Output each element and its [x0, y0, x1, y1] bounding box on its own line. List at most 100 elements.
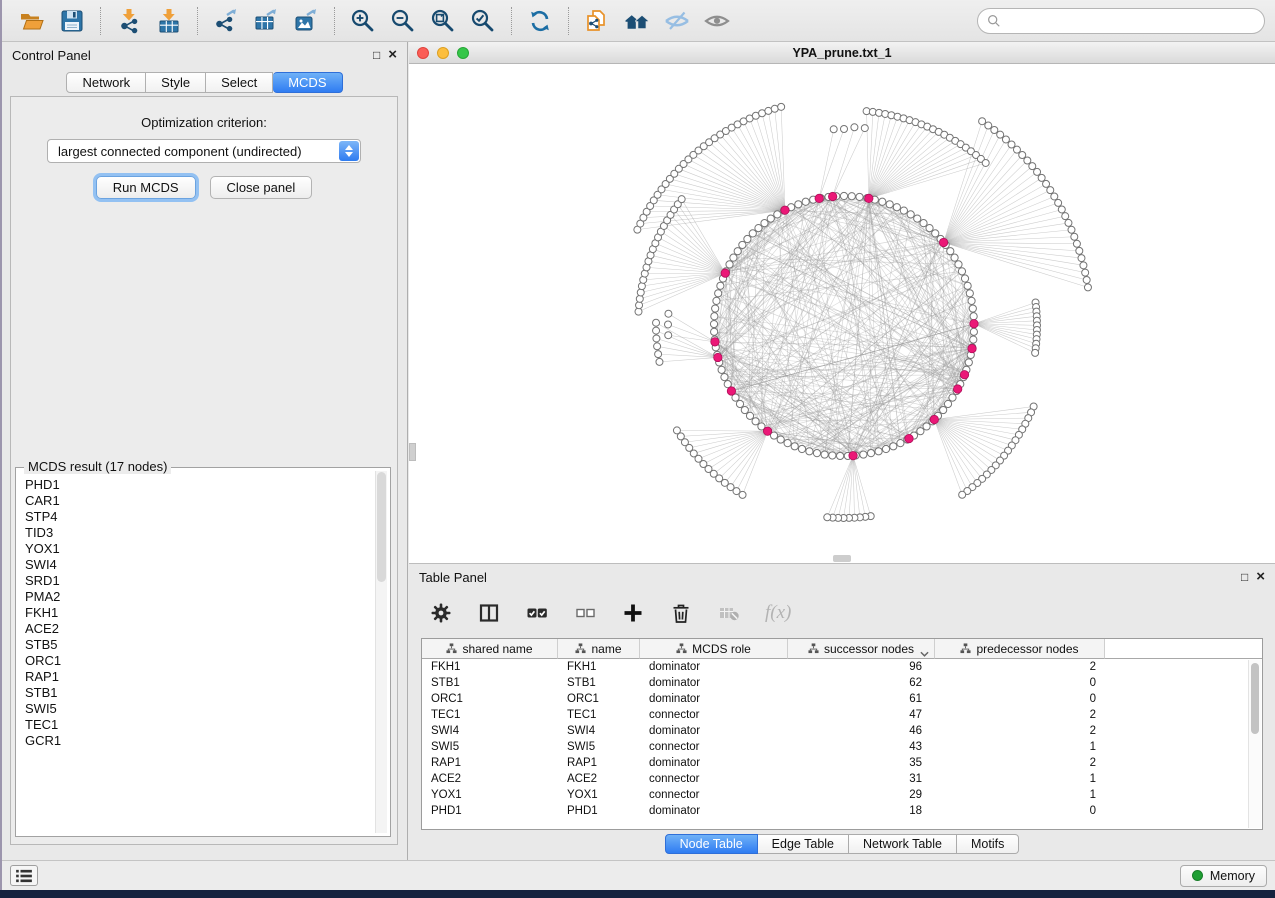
- mcds-result-item[interactable]: PMA2: [25, 589, 368, 605]
- task-history-button[interactable]: [10, 865, 38, 886]
- network-hscroll-handle[interactable]: [833, 555, 851, 562]
- table-row[interactable]: ACE2ACE2connector311: [422, 771, 1248, 787]
- run-mcds-button[interactable]: Run MCDS: [96, 176, 196, 199]
- hide-selected-icon[interactable]: [662, 6, 692, 36]
- search-input[interactable]: [1006, 13, 1255, 28]
- cell-mcds-role: dominator: [640, 691, 788, 707]
- cell-name: SWI5: [558, 739, 640, 755]
- column-header-name[interactable]: name: [558, 639, 640, 659]
- table-row[interactable]: RAP1RAP1dominator352: [422, 755, 1248, 771]
- network-graph[interactable]: [409, 64, 1275, 563]
- close-table-panel-icon[interactable]: ×: [1256, 572, 1265, 582]
- table-row[interactable]: ORC1ORC1dominator610: [422, 691, 1248, 707]
- cell-filler: [1105, 803, 1248, 819]
- toolbar-separator: [100, 7, 101, 35]
- close-panel-button[interactable]: Close panel: [210, 176, 313, 199]
- tab-motifs[interactable]: Motifs: [957, 834, 1019, 854]
- mcds-list-scrollbar[interactable]: [375, 471, 387, 833]
- cell-successor-nodes: 35: [788, 755, 935, 771]
- tab-mcds[interactable]: MCDS: [273, 72, 342, 93]
- mcds-result-item[interactable]: FKH1: [25, 605, 368, 621]
- show-columns-icon[interactable]: [477, 601, 501, 625]
- table-row[interactable]: SWI5SWI5connector431: [422, 739, 1248, 755]
- first-neighbors-icon[interactable]: [622, 6, 652, 36]
- table-row[interactable]: SWI4SWI4dominator462: [422, 723, 1248, 739]
- tab-node-table[interactable]: Node Table: [665, 834, 758, 854]
- mcds-result-item[interactable]: TEC1: [25, 717, 368, 733]
- panel-split-handle[interactable]: [409, 443, 416, 461]
- toolbar-separator: [334, 7, 335, 35]
- control-panel-title: Control Panel: [12, 48, 91, 63]
- mcds-result-item[interactable]: STP4: [25, 509, 368, 525]
- table-scrollbar[interactable]: [1248, 660, 1261, 828]
- tab-edge-table[interactable]: Edge Table: [758, 834, 849, 854]
- cell-predecessor-nodes: 0: [935, 803, 1105, 819]
- cell-shared-name: ORC1: [422, 691, 558, 707]
- table-row[interactable]: YOX1YOX1connector291: [422, 787, 1248, 803]
- mcds-result-item[interactable]: ACE2: [25, 621, 368, 637]
- float-table-panel-icon[interactable]: □: [1241, 570, 1248, 584]
- search-box[interactable]: [977, 8, 1265, 34]
- mcds-result-item[interactable]: YOX1: [25, 541, 368, 557]
- import-network-icon[interactable]: [114, 6, 144, 36]
- mcds-result-item[interactable]: GCR1: [25, 733, 368, 749]
- duplicate-network-icon[interactable]: [582, 6, 612, 36]
- save-session-icon[interactable]: [57, 6, 87, 36]
- cell-filler: [1105, 787, 1248, 803]
- table-row[interactable]: FKH1FKH1dominator962: [422, 659, 1248, 675]
- mcds-result-item[interactable]: PHD1: [25, 477, 368, 493]
- zoom-in-icon[interactable]: [348, 6, 378, 36]
- delete-column-icon[interactable]: [669, 601, 693, 625]
- mcds-result-item[interactable]: RAP1: [25, 669, 368, 685]
- network-canvas[interactable]: [409, 64, 1275, 563]
- column-header-shared-name[interactable]: shared name: [422, 639, 558, 659]
- cell-name: PHD1: [558, 803, 640, 819]
- tab-network[interactable]: Network: [66, 72, 146, 93]
- cell-name: ACE2: [558, 771, 640, 787]
- import-table-icon[interactable]: [154, 6, 184, 36]
- column-header-successor-nodes[interactable]: successor nodes: [788, 639, 935, 659]
- export-network-icon[interactable]: [211, 6, 241, 36]
- optimization-criterion-label: Optimization criterion:: [11, 115, 397, 130]
- tab-network-table[interactable]: Network Table: [849, 834, 957, 854]
- mcds-result-item[interactable]: TID3: [25, 525, 368, 541]
- unselect-all-columns-icon[interactable]: [573, 601, 597, 625]
- float-panel-icon[interactable]: □: [373, 48, 380, 62]
- attributes-gear-icon[interactable]: [429, 601, 453, 625]
- show-all-icon[interactable]: [702, 6, 732, 36]
- select-all-columns-icon[interactable]: [525, 601, 549, 625]
- export-table-icon[interactable]: [251, 6, 281, 36]
- tab-style[interactable]: Style: [146, 72, 206, 93]
- cell-mcds-role: dominator: [640, 803, 788, 819]
- table-row[interactable]: TEC1TEC1connector472: [422, 707, 1248, 723]
- optimization-criterion-select[interactable]: largest connected component (undirected): [47, 139, 361, 163]
- mcds-result-item[interactable]: SWI4: [25, 557, 368, 573]
- mcds-result-item[interactable]: ORC1: [25, 653, 368, 669]
- tab-select[interactable]: Select: [206, 72, 273, 93]
- cell-name: RAP1: [558, 755, 640, 771]
- refresh-icon[interactable]: [525, 6, 555, 36]
- table-row[interactable]: STB1STB1dominator620: [422, 675, 1248, 691]
- cell-shared-name: SWI5: [422, 739, 558, 755]
- memory-button[interactable]: Memory: [1180, 865, 1267, 887]
- mcds-result-list[interactable]: PHD1CAR1STP4TID3YOX1SWI4SRD1PMA2FKH1ACE2…: [19, 471, 374, 833]
- mcds-result-item[interactable]: CAR1: [25, 493, 368, 509]
- export-image-icon[interactable]: [291, 6, 321, 36]
- table-row[interactable]: PHD1PHD1dominator180: [422, 803, 1248, 819]
- zoom-selected-icon[interactable]: [468, 6, 498, 36]
- optimization-criterion-value: largest connected component (undirected): [58, 144, 302, 159]
- mcds-result-item[interactable]: SRD1: [25, 573, 368, 589]
- open-file-icon[interactable]: [17, 6, 47, 36]
- mcds-result-item[interactable]: SWI5: [25, 701, 368, 717]
- cell-predecessor-nodes: 0: [935, 675, 1105, 691]
- cell-predecessor-nodes: 2: [935, 707, 1105, 723]
- column-header-predecessor-nodes[interactable]: predecessor nodes: [935, 639, 1105, 659]
- zoom-fit-icon[interactable]: [428, 6, 458, 36]
- application-window: Control Panel □ × NetworkStyleSelectMCDS…: [0, 0, 1275, 890]
- column-header-MCDS-role[interactable]: MCDS role: [640, 639, 788, 659]
- mcds-result-item[interactable]: STB1: [25, 685, 368, 701]
- zoom-out-icon[interactable]: [388, 6, 418, 36]
- mcds-result-item[interactable]: STB5: [25, 637, 368, 653]
- add-column-icon[interactable]: [621, 601, 645, 625]
- close-panel-icon[interactable]: ×: [388, 50, 397, 60]
